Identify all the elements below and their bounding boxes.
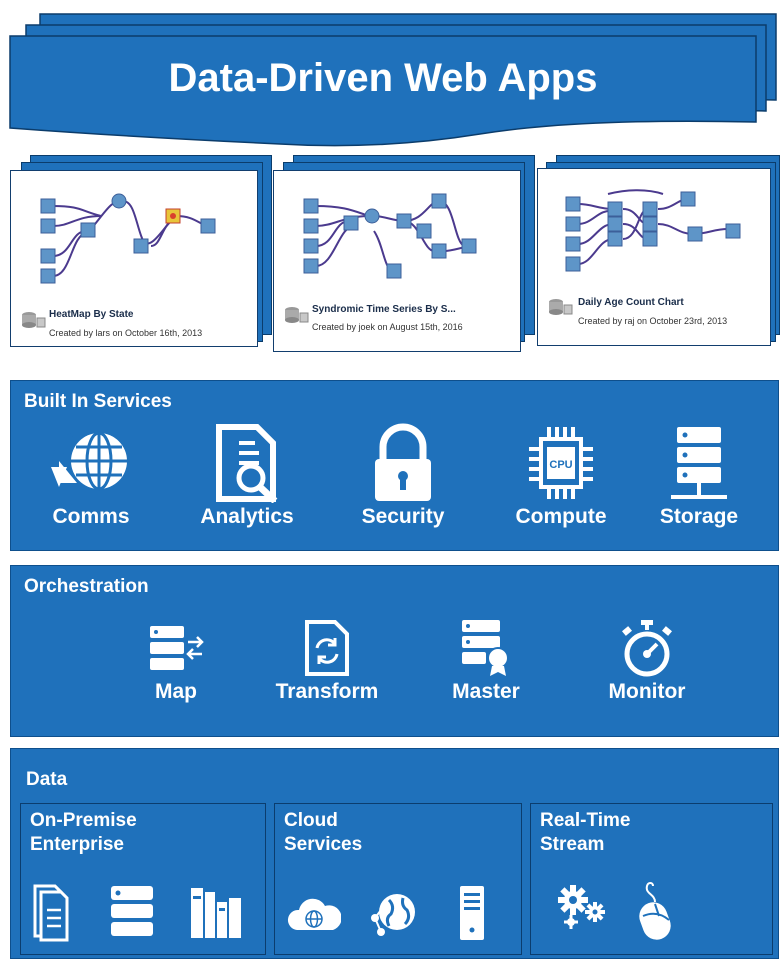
service-label: Security [361, 505, 445, 528]
orchestration-label: Monitor [608, 680, 686, 703]
panel-title: Orchestration [24, 576, 149, 597]
mouse-icon [639, 882, 671, 940]
globe-sync-icon [51, 431, 127, 491]
document-refresh-icon [305, 620, 349, 676]
service-comms[interactable]: Comms [21, 423, 161, 529]
orchestration-label: Master [452, 680, 520, 703]
built-in-services-panel: Built In Services Comms Analytics Securi… [10, 380, 779, 551]
gears-icon [558, 885, 605, 929]
service-label: Comms [52, 505, 130, 528]
service-label: Analytics [200, 505, 294, 528]
documents-icon [33, 884, 69, 942]
group-title-line: Cloud [284, 810, 338, 831]
workflow-thumbnail [303, 193, 477, 279]
app-card-created: Created by raj on October 23rd, 2013 [578, 316, 728, 326]
service-label: Storage [659, 505, 739, 528]
database-icon [22, 312, 46, 328]
app-card-created: Created by lars on October 16th, 2013 [49, 328, 203, 338]
cpu-chip-icon: CPU [529, 427, 593, 499]
data-group-on-premise[interactable]: On-Premise Enterprise [20, 803, 266, 955]
server-award-icon [462, 620, 509, 676]
cloud-globe-icon [288, 898, 341, 930]
orchestration-panel: Orchestration Map Transform Master Monit… [10, 565, 779, 737]
group-title-line: On-Premise [30, 810, 137, 831]
orchestration-master[interactable]: Master [416, 618, 556, 704]
app-card-title: Syndromic Time Series By S... [312, 304, 456, 315]
app-card-heatmap: HeatMap By State Created by lars on Octo… [10, 170, 258, 347]
padlock-icon [375, 423, 431, 501]
data-group-cloud[interactable]: Cloud Services [274, 803, 522, 955]
service-label: Compute [515, 505, 607, 528]
app-card-syndromic: Syndromic Time Series By S... Created by… [273, 170, 521, 352]
archive-icon [191, 888, 241, 938]
group-title-line: Real-Time [540, 810, 631, 831]
service-analytics[interactable]: Analytics [177, 423, 317, 529]
document-search-icon [216, 424, 278, 503]
app-card-created: Created by joek on August 15th, 2016 [312, 322, 463, 332]
stopwatch-icon [622, 620, 672, 677]
cpu-chip-label: CPU [549, 459, 572, 471]
group-title-line: Services [284, 834, 363, 855]
service-security[interactable]: Security [333, 423, 473, 529]
globe-network-icon [371, 894, 415, 936]
app-card-title: HeatMap By State [49, 309, 134, 320]
banner-title: Data-Driven Web Apps [168, 56, 598, 100]
data-group-realtime[interactable]: Real-Time Stream [530, 803, 773, 955]
service-compute[interactable]: CPU Compute [491, 423, 631, 529]
panel-title: Data [26, 769, 68, 790]
data-panel: Data On-Premise Enterprise Cloud Service… [10, 748, 779, 959]
app-card-title: Daily Age Count Chart [578, 297, 684, 308]
database-icon [285, 307, 309, 323]
service-storage[interactable]: Storage [629, 423, 769, 529]
database-icon [549, 299, 573, 315]
orchestration-monitor[interactable]: Monitor [577, 618, 717, 704]
group-title-line: Stream [540, 834, 605, 855]
server-icon [111, 886, 153, 936]
orchestration-label: Map [155, 680, 197, 703]
tower-server-icon [460, 886, 484, 940]
group-title-line: Enterprise [30, 834, 124, 855]
workflow-thumbnail [40, 193, 216, 284]
server-stack-icon [671, 427, 727, 499]
orchestration-label: Transform [275, 680, 379, 703]
server-arrows-icon [150, 626, 204, 670]
workflow-thumbnail [565, 189, 741, 272]
panel-title: Built In Services [24, 391, 172, 412]
orchestration-transform[interactable]: Transform [257, 618, 397, 704]
app-card-daily-age: Daily Age Count Chart Created by raj on … [537, 168, 771, 346]
orchestration-map[interactable]: Map [106, 618, 246, 704]
